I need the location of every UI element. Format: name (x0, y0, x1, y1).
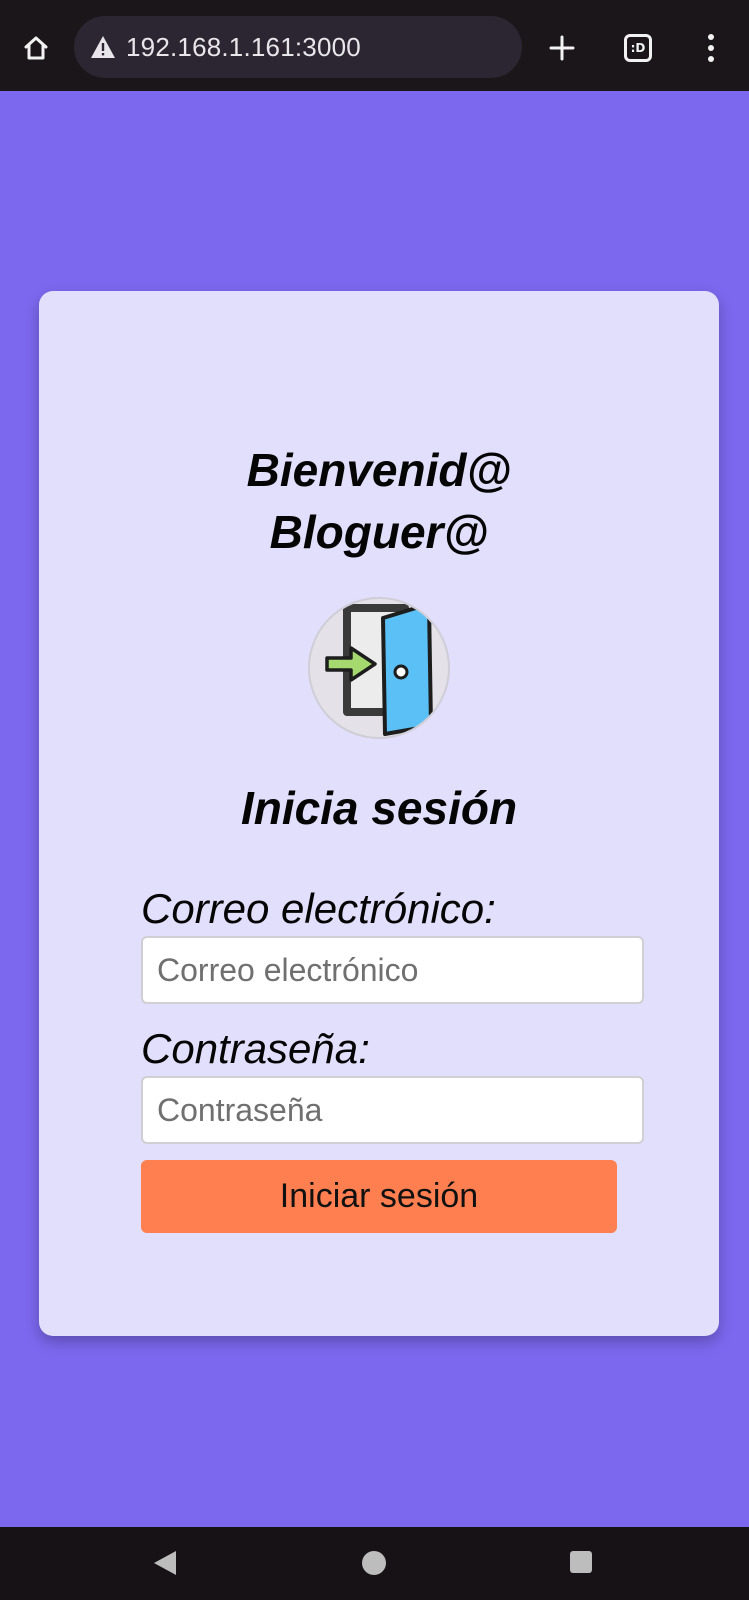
login-card: Bienvenid@ Bloguer@ Inicia sesión Correo… (39, 291, 719, 1336)
password-label: Contraseña: (141, 1025, 370, 1072)
browser-toolbar: 192.168.1.161:3000 :D (0, 0, 749, 91)
welcome-line-2: Bloguer@ (269, 506, 489, 558)
plus-icon[interactable] (542, 28, 582, 68)
email-field[interactable] (141, 936, 644, 1004)
not-secure-warning-icon[interactable] (88, 32, 118, 62)
menu-dot (708, 34, 714, 40)
tab-switcher-glyph: :D (624, 34, 652, 62)
home-circle-icon[interactable] (362, 1551, 386, 1575)
email-label: Correo electrónico: (141, 885, 496, 932)
more-vert-icon[interactable] (696, 30, 726, 66)
login-title: Inicia sesión (240, 782, 518, 834)
tab-switcher-icon[interactable]: :D (620, 30, 656, 66)
address-bar[interactable]: 192.168.1.161:3000 (74, 16, 522, 78)
password-field[interactable] (141, 1076, 644, 1144)
menu-dot (708, 45, 714, 51)
login-door-icon (307, 596, 451, 740)
android-navigation-bar (0, 1527, 749, 1600)
recent-apps-square-icon[interactable] (570, 1551, 592, 1573)
login-button[interactable]: Iniciar sesión (141, 1160, 617, 1233)
welcome-line-1: Bienvenid@ (246, 444, 512, 496)
url-text[interactable]: 192.168.1.161:3000 (126, 32, 361, 63)
welcome-heading: Bienvenid@ Bloguer@ (39, 439, 719, 563)
home-icon[interactable] (16, 28, 56, 68)
back-triangle-icon[interactable] (150, 1547, 180, 1579)
menu-dot (708, 56, 714, 62)
